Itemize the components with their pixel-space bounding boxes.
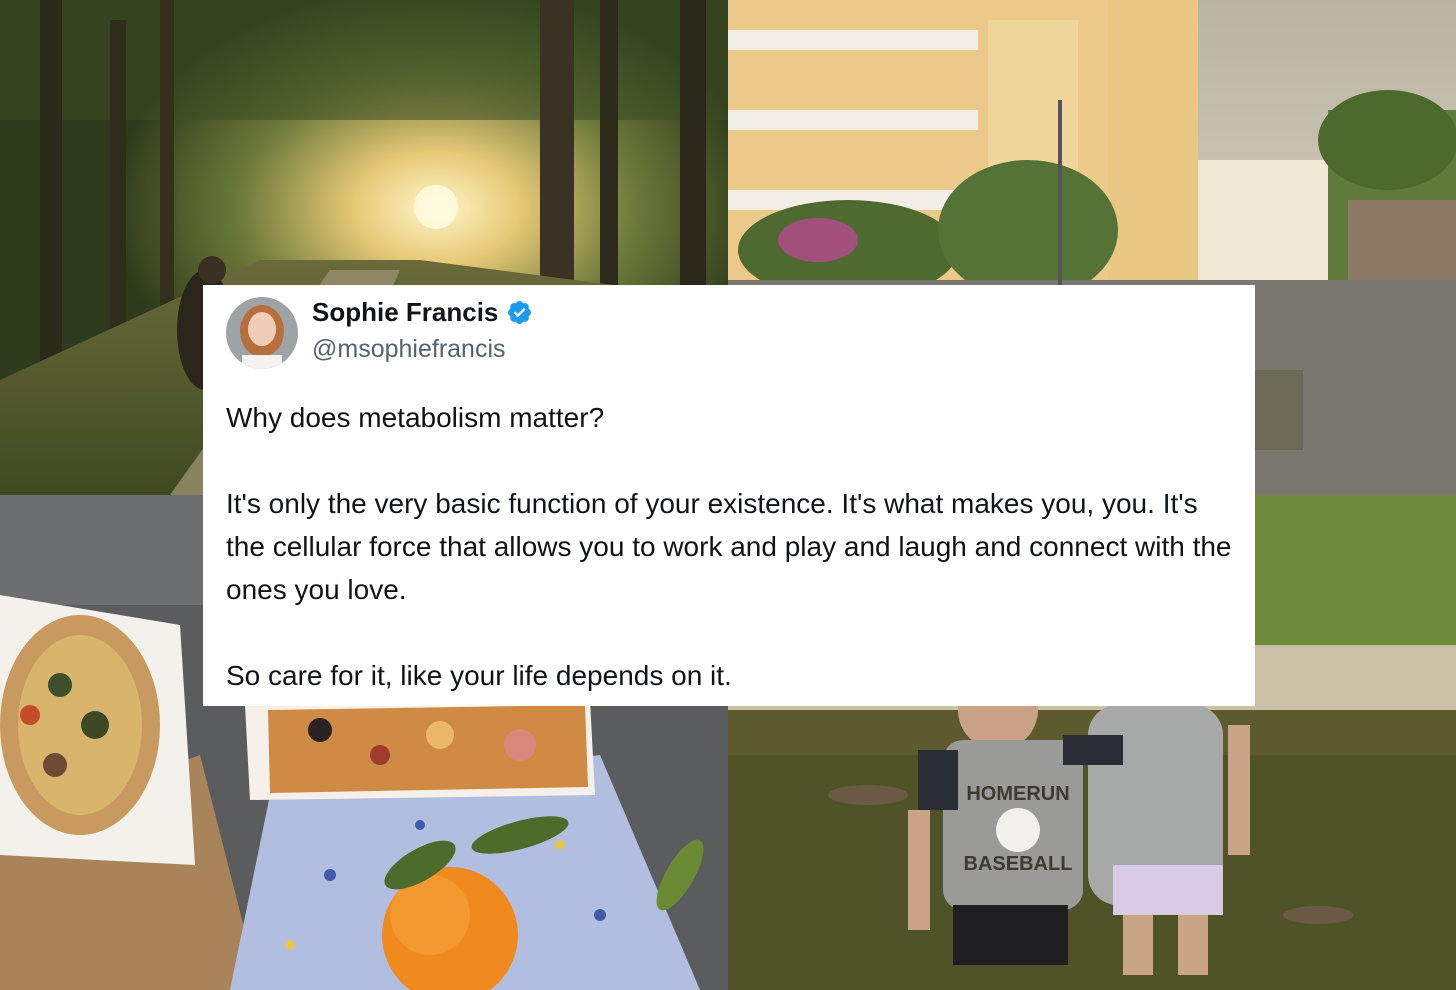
handle[interactable]: @msophiefrancis — [312, 335, 506, 364]
shirt-text-bottom: BASEBALL — [964, 853, 1073, 875]
tweet-line-closing: So care for it, like your life depends o… — [226, 660, 732, 691]
display-name[interactable]: Sophie Francis — [312, 297, 498, 328]
tweet-card: Sophie Francis @msophiefrancis Why does … — [203, 285, 1255, 706]
tweet-line-body: It's only the very basic function of you… — [226, 488, 1232, 605]
avatar[interactable] — [226, 297, 298, 369]
tweet-text: Why does metabolism matter? It's only th… — [226, 396, 1241, 697]
shirt-text-top: HOMERUN — [966, 783, 1069, 805]
verified-badge-icon — [506, 299, 533, 326]
tweet-line-question: Why does metabolism matter? — [226, 402, 605, 433]
